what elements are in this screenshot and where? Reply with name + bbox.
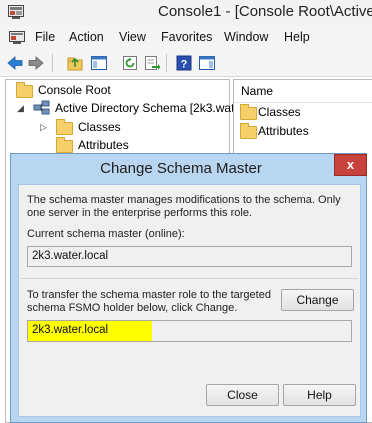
schema-snapin-icon [33, 100, 50, 115]
target-holder-field: 2k3.water.local [27, 320, 352, 342]
column-header-label: Name [241, 84, 274, 98]
show-action-pane-icon[interactable] [198, 54, 216, 72]
close-icon[interactable]: x [334, 154, 367, 176]
tree-node-label: Console Root [38, 83, 111, 97]
expanded-chevron-icon[interactable]: ◢ [17, 99, 24, 117]
name-column-header[interactable]: Name [234, 80, 372, 103]
toolbar: ? [0, 50, 372, 77]
toolbar-separator [52, 54, 53, 72]
svg-text:?: ? [181, 59, 188, 71]
description-text: The schema master manages modifications … [27, 194, 341, 219]
change-schema-master-dialog: Change Schema Master x The schema master… [10, 153, 367, 423]
window-title: Console1 - [Console Root\Active [158, 3, 372, 20]
tree-node-label: Active Directory Schema [2k3.wat [55, 101, 235, 115]
dialog-title: Change Schema Master [100, 160, 262, 177]
menu-bar: File Action View Favorites Window Help [0, 26, 372, 51]
show-hide-tree-icon[interactable] [90, 54, 108, 72]
back-arrow-icon[interactable] [6, 54, 24, 72]
mmc-app-icon [8, 5, 24, 19]
separator [21, 278, 358, 279]
menu-view[interactable]: View [119, 30, 146, 44]
refresh-icon[interactable] [121, 54, 139, 72]
folder-icon [240, 123, 257, 139]
folder-icon [240, 104, 257, 120]
menu-help[interactable]: Help [284, 30, 310, 44]
collapsed-chevron-icon[interactable]: ▷ [40, 118, 47, 136]
folder-icon [16, 82, 33, 98]
tree-node-label: Classes [78, 120, 121, 134]
toolbar-separator-2 [166, 54, 167, 72]
list-item-label: Classes [258, 105, 301, 119]
help-book-icon[interactable]: ? [175, 54, 193, 72]
menu-action[interactable]: Action [69, 30, 104, 44]
forward-arrow-icon[interactable] [27, 54, 45, 72]
up-folder-icon[interactable] [66, 54, 84, 72]
change-button[interactable]: Change [281, 289, 354, 311]
folder-icon [56, 137, 73, 153]
target-holder-value: 2k3.water.local [32, 324, 109, 336]
console-icon[interactable] [9, 31, 25, 45]
folder-icon [56, 119, 73, 135]
tree-node-schema[interactable]: ◢ Active Directory Schema [2k3.wat [11, 99, 234, 117]
tree-node-label: Attributes [78, 138, 129, 152]
menu-file[interactable]: File [35, 30, 55, 44]
current-master-label: Current schema master (online): [27, 228, 185, 240]
title-bar: Console1 - [Console Root\Active [0, 0, 372, 26]
menu-window[interactable]: Window [224, 30, 268, 44]
export-list-icon[interactable] [143, 54, 161, 72]
close-button[interactable]: Close [206, 384, 279, 406]
transfer-instructions: To transfer the schema master role to th… [27, 289, 271, 314]
help-button[interactable]: Help [283, 384, 356, 406]
current-master-field: 2k3.water.local [27, 246, 352, 267]
list-item-label: Attributes [258, 124, 309, 138]
menu-favorites[interactable]: Favorites [161, 30, 212, 44]
dialog-body: The schema master manages modifications … [18, 184, 361, 417]
